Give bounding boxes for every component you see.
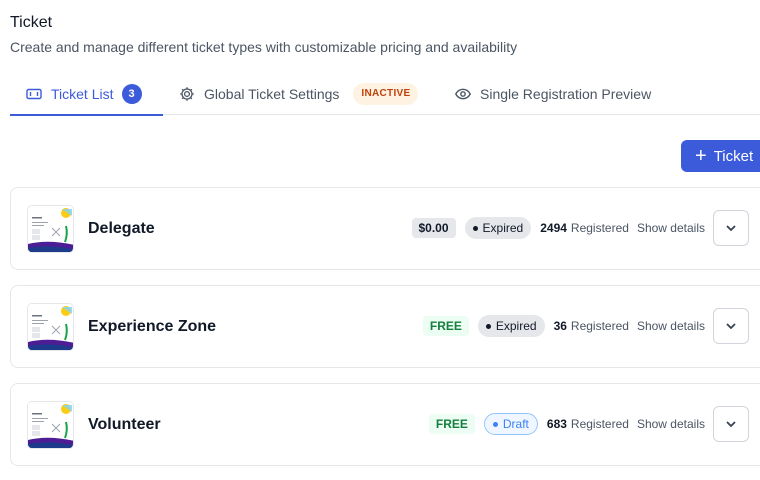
registered-number: 683 xyxy=(546,417,567,431)
price-badge: $0.00 xyxy=(411,218,456,238)
status-badge: Expired xyxy=(464,217,532,239)
ticket-thumbnail xyxy=(27,303,74,351)
ticket-thumbnail xyxy=(27,401,74,449)
registered-label: Registered xyxy=(570,417,629,431)
eye-icon xyxy=(454,85,472,103)
registered-count: 36 Registered xyxy=(554,319,629,333)
add-ticket-button[interactable]: + Ticket xyxy=(681,140,760,172)
registered-number: 2494 xyxy=(540,221,567,235)
ticket-meta: FREE Expired 36 Registered Show details xyxy=(422,315,705,337)
ticket-icon xyxy=(25,85,43,103)
ticket-card[interactable]: Experience Zone FREE Expired 36 Registered Sh… xyxy=(10,285,760,368)
status-dot xyxy=(472,225,478,231)
gear-icon xyxy=(178,85,196,103)
page-header: Ticket Create and manage different ticke… xyxy=(10,12,517,57)
inactive-badge: INACTIVE xyxy=(353,82,419,105)
show-details-link[interactable]: Show details xyxy=(637,221,705,235)
chevron-down-icon xyxy=(726,225,736,232)
tab-label: Ticket List xyxy=(51,85,114,102)
tab-bar: Ticket List 3 Global Ticket Settings INA… xyxy=(10,72,760,116)
price-badge: FREE xyxy=(422,316,469,336)
status-dot xyxy=(492,421,498,427)
ticket-name: Delegate xyxy=(88,220,155,237)
chevron-down-icon xyxy=(726,323,736,330)
page-subtitle: Create and manage different ticket types… xyxy=(10,39,518,55)
tab-label: Global Ticket Settings xyxy=(204,85,340,102)
show-details-link[interactable]: Show details xyxy=(637,417,705,431)
expand-button[interactable] xyxy=(713,406,749,442)
status-badge: Expired xyxy=(477,315,545,337)
status-label: Draft xyxy=(502,417,529,431)
page-title: Ticket xyxy=(10,14,53,31)
ticket-thumbnail xyxy=(27,205,74,253)
tab-ticket-list[interactable]: Ticket List 3 xyxy=(10,72,163,116)
ticket-card[interactable]: Volunteer FREE Draft 683 Registered Show deta… xyxy=(10,383,760,466)
status-label: Expired xyxy=(495,319,537,333)
registered-label: Registered xyxy=(570,319,629,333)
ticket-card[interactable]: Delegate $0.00 Expired 2494 Registered Show d… xyxy=(10,187,760,270)
registered-number: 36 xyxy=(553,319,567,333)
tab-single-registration-preview[interactable]: Single Registration Preview xyxy=(454,72,651,115)
tab-global-ticket-settings[interactable]: Global Ticket Settings INACTIVE xyxy=(178,72,419,115)
status-badge: Draft xyxy=(483,413,538,435)
ticket-meta: $0.00 Expired 2494 Registered Show details xyxy=(411,217,705,239)
price-badge: FREE xyxy=(428,414,475,434)
expand-button[interactable] xyxy=(713,308,749,344)
registered-label: Registered xyxy=(570,221,629,235)
ticket-count-badge: 3 xyxy=(121,83,142,104)
status-dot xyxy=(485,323,491,329)
ticket-meta: FREE Draft 683 Registered Show details xyxy=(428,413,705,435)
ticket-name: Volunteer xyxy=(88,416,161,433)
registered-count: 683 Registered xyxy=(547,417,629,431)
status-label: Expired xyxy=(482,221,524,235)
show-details-link[interactable]: Show details xyxy=(637,319,705,333)
ticket-name: Experience Zone xyxy=(88,318,217,335)
plus-icon: + xyxy=(695,145,707,167)
chevron-down-icon xyxy=(726,421,736,428)
tab-label: Single Registration Preview xyxy=(480,85,652,102)
expand-button[interactable] xyxy=(713,210,749,246)
add-ticket-label: Ticket xyxy=(713,147,754,165)
registered-count: 2494 Registered xyxy=(540,221,629,235)
